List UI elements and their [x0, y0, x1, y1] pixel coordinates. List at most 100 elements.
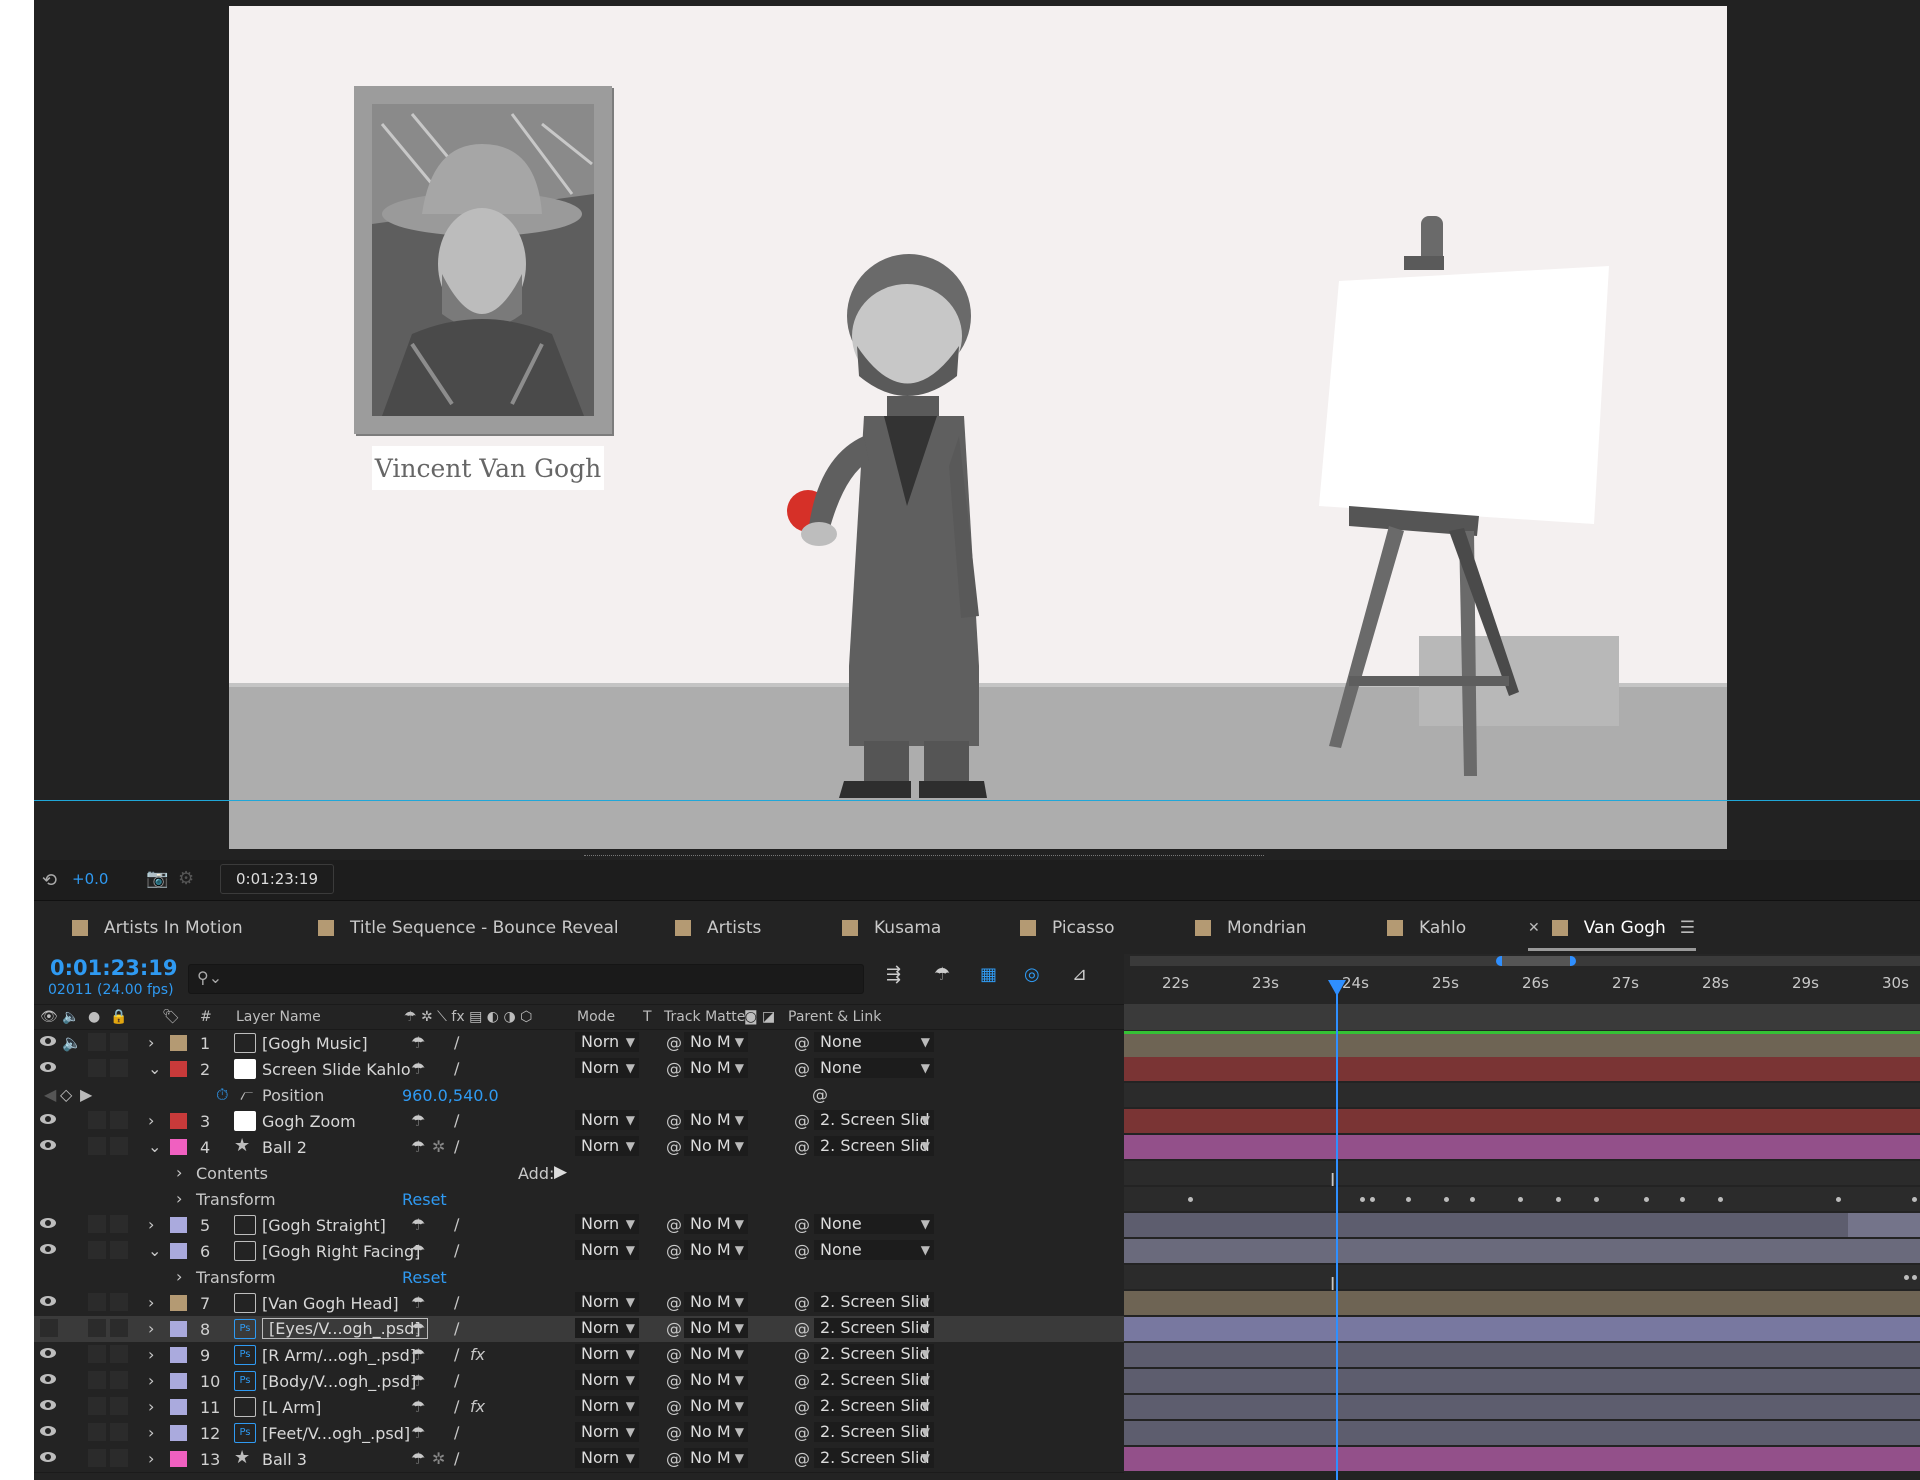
- solo-toggle[interactable]: [88, 1137, 106, 1155]
- quality-switch-icon[interactable]: ∕: [454, 1059, 466, 1078]
- layer-name[interactable]: Ball 3: [262, 1450, 307, 1469]
- keyframe[interactable]: [1912, 1275, 1917, 1280]
- layer-name[interactable]: [Feet/V...ogh_.psd]: [262, 1424, 410, 1443]
- reset-exposure-icon[interactable]: ⟲: [42, 870, 57, 891]
- graph-editor-icon[interactable]: ⊿: [1072, 964, 1087, 985]
- quality-switch-icon[interactable]: ∕: [454, 1111, 466, 1130]
- shy-switch-icon[interactable]: ☂: [411, 1397, 425, 1416]
- layer-row-10[interactable]: › 10 Ps [Body/V...ogh_.psd] ☂ ∕ Norn ▼ @ …: [34, 1368, 1920, 1395]
- track-matte-pickwhip-icon[interactable]: @: [666, 1449, 682, 1468]
- quality-switch-icon[interactable]: ∕: [454, 1033, 466, 1052]
- layer-row-4[interactable]: ⌄ 4 ★ Ball 2 ☂ ✲ ∕ Norn ▼ @ No M ▼ @ 2. Sc…: [34, 1134, 1920, 1161]
- keyframe[interactable]: [1556, 1197, 1561, 1202]
- keyframe[interactable]: [1406, 1197, 1411, 1202]
- layer-name[interactable]: [L Arm]: [262, 1398, 321, 1417]
- layer-row-13[interactable]: › 13 ★ Ball 3 ☂ ✲ ∕ Norn ▼ @ No M ▼ @ 2. S…: [34, 1446, 1920, 1473]
- layer-duration-bar[interactable]: [1124, 1135, 1920, 1159]
- lock-toggle[interactable]: [110, 1137, 128, 1155]
- property-row-transform[interactable]: › Transform Reset: [34, 1186, 1920, 1213]
- track-matte-select[interactable]: No M ▼: [684, 1318, 748, 1338]
- blend-mode-select[interactable]: Norn ▼: [575, 1136, 639, 1156]
- lock-toggle[interactable]: [110, 1423, 128, 1441]
- shy-switch-icon[interactable]: ☂: [411, 1033, 425, 1052]
- lock-toggle[interactable]: [110, 1033, 128, 1051]
- label-color-swatch[interactable]: [170, 1243, 187, 1259]
- speaker-icon[interactable]: 🔈: [62, 1033, 82, 1052]
- layer-duration-bar[interactable]: [1124, 1109, 1920, 1133]
- time-navigator-handle[interactable]: [1496, 956, 1576, 966]
- track-matte-select[interactable]: No M ▼: [684, 1344, 748, 1364]
- quality-switch-icon[interactable]: ∕: [454, 1449, 466, 1468]
- quality-switch-icon[interactable]: ∕: [454, 1215, 466, 1234]
- track-matte-select[interactable]: No M ▼: [684, 1448, 748, 1468]
- eye-icon[interactable]: [40, 1036, 56, 1046]
- label-color-swatch[interactable]: [170, 1035, 187, 1051]
- solo-toggle[interactable]: [88, 1293, 106, 1311]
- tab-picasso[interactable]: Picasso: [1020, 918, 1114, 938]
- solo-toggle[interactable]: [88, 1319, 106, 1337]
- track-matte-select[interactable]: No M ▼: [684, 1240, 748, 1260]
- keyframe[interactable]: [1518, 1197, 1523, 1202]
- parent-pickwhip-icon[interactable]: @: [794, 1137, 810, 1156]
- lock-toggle[interactable]: [110, 1319, 128, 1337]
- lock-toggle[interactable]: [110, 1397, 128, 1415]
- label-color-swatch[interactable]: [170, 1425, 187, 1441]
- track-matte-pickwhip-icon[interactable]: @: [666, 1397, 682, 1416]
- shy-switch-icon[interactable]: ☂: [411, 1137, 425, 1156]
- composition-flowchart-icon[interactable]: ⇶: [886, 964, 901, 985]
- blend-mode-select[interactable]: Norn ▼: [575, 1110, 639, 1130]
- property-row-position[interactable]: ◀ ◇ ▶ ⏱ ⦧ Position 960.0,540.0 @: [34, 1082, 1920, 1109]
- lock-toggle[interactable]: [110, 1293, 128, 1311]
- show-snapshot-icon[interactable]: ⚙: [178, 868, 194, 889]
- label-color-swatch[interactable]: [170, 1217, 187, 1233]
- blend-mode-select[interactable]: Norn ▼: [575, 1032, 639, 1052]
- layer-name[interactable]: Screen Slide Kahlo: [262, 1060, 411, 1079]
- label-color-swatch[interactable]: [170, 1113, 187, 1129]
- property-row-transform-6[interactable]: › Transform Reset: [34, 1264, 1920, 1291]
- track-matte-select[interactable]: No M ▼: [684, 1110, 748, 1130]
- keyframe[interactable]: [1188, 1197, 1193, 1202]
- quality-switch-icon[interactable]: ∕: [454, 1397, 466, 1416]
- layer-search-input[interactable]: ⚲⌄: [188, 964, 864, 994]
- timeline-work-area[interactable]: [1124, 1004, 1920, 1030]
- lock-toggle[interactable]: [110, 1111, 128, 1129]
- layer-name[interactable]: [Van Gogh Head]: [262, 1294, 399, 1313]
- motion-blur-icon[interactable]: ◎: [1024, 964, 1040, 985]
- expand-chevron-icon[interactable]: ›: [148, 1371, 154, 1390]
- parent-select[interactable]: 2. Screen Slid ▼: [814, 1136, 934, 1156]
- blend-mode-select[interactable]: Norn ▼: [575, 1214, 639, 1234]
- tab-artists-in-motion[interactable]: Artists In Motion: [72, 918, 243, 938]
- next-keyframe-icon[interactable]: ▶: [80, 1085, 92, 1104]
- layer-duration-bar[interactable]: [1124, 1031, 1920, 1058]
- track-matte-pickwhip-icon[interactable]: @: [666, 1215, 682, 1234]
- position-value[interactable]: 960.0,540.0: [402, 1086, 499, 1105]
- shy-switch-icon[interactable]: ☂: [411, 1111, 425, 1130]
- layer-row-8[interactable]: › 8 Ps [Eyes/V...ogh_.psd] ☂ ∕ Norn ▼ @ N…: [34, 1316, 1920, 1343]
- eye-icon[interactable]: [40, 1244, 56, 1254]
- track-matte-pickwhip-icon[interactable]: @: [666, 1423, 682, 1442]
- blend-mode-select[interactable]: Norn ▼: [575, 1344, 639, 1364]
- label-color-swatch[interactable]: [170, 1321, 187, 1337]
- parent-pickwhip-icon[interactable]: @: [794, 1033, 810, 1052]
- parent-pickwhip-icon[interactable]: @: [794, 1111, 810, 1130]
- expand-chevron-icon[interactable]: ›: [148, 1449, 154, 1468]
- tab-kahlo[interactable]: Kahlo: [1387, 918, 1466, 938]
- solo-toggle[interactable]: [88, 1449, 106, 1467]
- track-matte-pickwhip-icon[interactable]: @: [666, 1033, 682, 1052]
- graph-icon[interactable]: ⦧: [240, 1085, 253, 1105]
- track-matte-select[interactable]: No M ▼: [684, 1370, 748, 1390]
- eye-icon[interactable]: [40, 1400, 56, 1410]
- tab-menu-icon[interactable]: ☰: [1680, 918, 1695, 938]
- shy-switch-icon[interactable]: ☂: [411, 1345, 425, 1364]
- lock-toggle[interactable]: [110, 1215, 128, 1233]
- composition-viewer[interactable]: Vincent Van Gogh: [34, 0, 1920, 860]
- layer-duration-bar[interactable]: [1124, 1291, 1920, 1315]
- layer-name[interactable]: [Gogh Music]: [262, 1034, 368, 1053]
- shy-switch-icon[interactable]: ☂: [411, 1319, 425, 1338]
- parent-pickwhip-icon[interactable]: @: [794, 1397, 810, 1416]
- eye-icon[interactable]: [40, 1062, 56, 1072]
- blend-mode-select[interactable]: Norn ▼: [575, 1318, 639, 1338]
- keyframe[interactable]: [1644, 1197, 1649, 1202]
- lock-toggle[interactable]: [110, 1345, 128, 1363]
- shy-switch-icon[interactable]: ☂: [411, 1423, 425, 1442]
